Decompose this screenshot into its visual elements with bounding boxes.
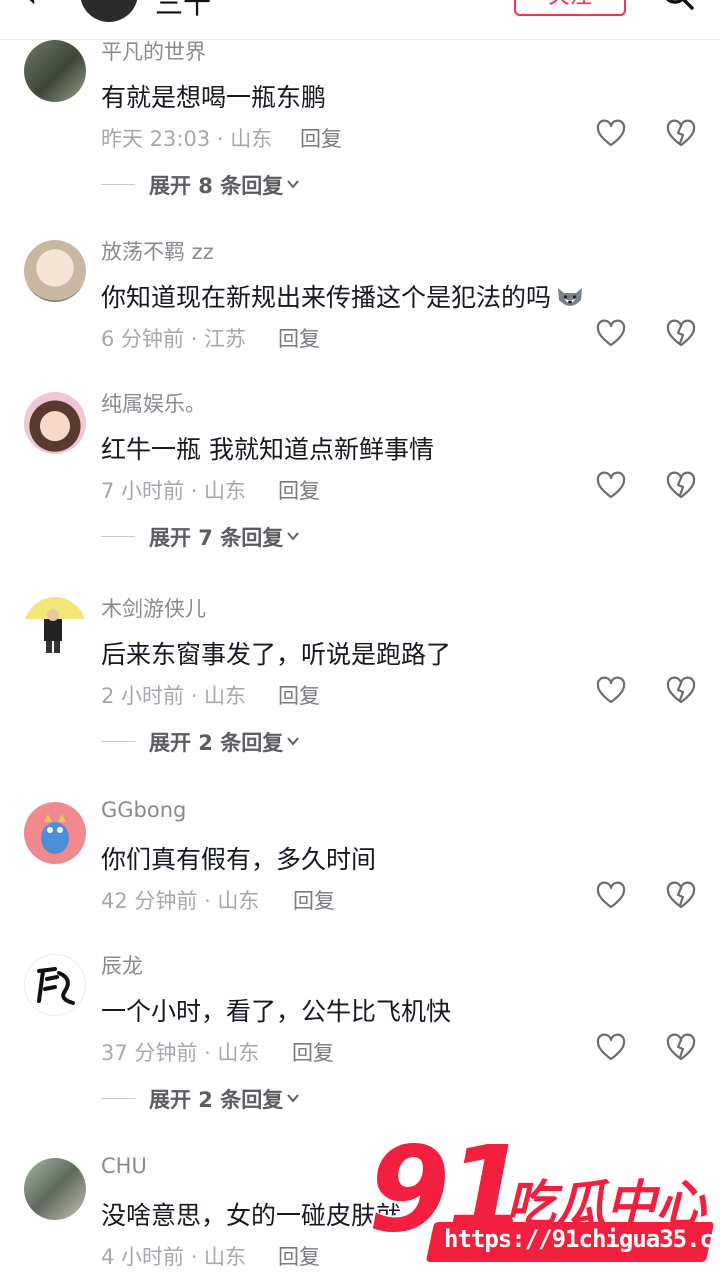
comment-time-location: 7 小时前 · 山东 bbox=[101, 479, 247, 503]
comment-username[interactable]: 放荡不羁 zz bbox=[101, 236, 214, 266]
comment-username[interactable]: 辰龙 bbox=[101, 950, 143, 980]
avatar[interactable] bbox=[24, 954, 86, 1016]
reply-button[interactable]: 回复 bbox=[278, 475, 320, 505]
chevron-down-icon bbox=[287, 180, 299, 189]
comment-time-location: 4 小时前 · 山东 bbox=[101, 1245, 247, 1269]
expand-replies-label: 展开 7 条回复 bbox=[149, 526, 284, 550]
chevron-down-icon bbox=[287, 532, 299, 541]
chevron-down-icon bbox=[287, 1094, 299, 1103]
follow-button[interactable]: 关注 bbox=[514, 0, 626, 16]
divider-line bbox=[101, 1098, 135, 1099]
author-name: 三十 bbox=[155, 0, 212, 20]
broken-heart-icon[interactable] bbox=[666, 319, 696, 349]
broken-heart-icon[interactable] bbox=[666, 471, 696, 501]
husky-face-emoji bbox=[558, 288, 583, 306]
comment-username[interactable]: GGbong bbox=[101, 798, 186, 822]
comment-text: 没啥意思，女的一碰皮肤就 bbox=[101, 1201, 402, 1230]
comment-text: 你们真有假有，多久时间 bbox=[101, 845, 377, 874]
comment-time-location: 37 分钟前 · 山东 bbox=[101, 1041, 260, 1065]
comment-username[interactable]: 平凡的世界 bbox=[101, 36, 206, 66]
reply-button[interactable]: 回复 bbox=[278, 680, 320, 710]
heart-icon[interactable] bbox=[596, 1033, 626, 1063]
divider-line bbox=[101, 184, 135, 185]
comment-username[interactable]: 纯属娱乐。 bbox=[101, 388, 206, 418]
reply-button[interactable]: 回复 bbox=[292, 1037, 334, 1067]
back-icon[interactable]: ‹ bbox=[22, 0, 38, 14]
comment-username[interactable]: CHU bbox=[101, 1154, 147, 1178]
reply-button[interactable]: 回复 bbox=[278, 1241, 320, 1271]
comment-time-location: 42 分钟前 · 山东 bbox=[101, 889, 260, 913]
heart-icon[interactable] bbox=[596, 119, 626, 149]
comment-time-location: 2 小时前 · 山东 bbox=[101, 684, 247, 708]
broken-heart-icon[interactable] bbox=[666, 881, 696, 911]
divider-line bbox=[101, 536, 135, 537]
comment-username[interactable]: 木剑游侠儿 bbox=[101, 593, 206, 623]
avatar[interactable] bbox=[24, 240, 86, 302]
avatar[interactable] bbox=[24, 392, 86, 454]
watermark-url: https://91chigua35.com bbox=[444, 1225, 720, 1253]
avatar[interactable] bbox=[24, 1158, 86, 1220]
comment-text: 一个小时，看了，公牛比飞机快 bbox=[101, 997, 452, 1026]
divider-line bbox=[101, 741, 135, 742]
heart-icon[interactable] bbox=[596, 676, 626, 706]
comment-text: 后来东窗事发了，听说是跑路了 bbox=[101, 640, 452, 669]
comment-time-location: 6 分钟前 · 江苏 bbox=[101, 327, 247, 351]
search-icon[interactable] bbox=[660, 0, 694, 12]
avatar[interactable] bbox=[24, 597, 86, 659]
broken-heart-icon[interactable] bbox=[666, 676, 696, 706]
expand-replies-label: 展开 2 条回复 bbox=[149, 1088, 284, 1112]
reply-button[interactable]: 回复 bbox=[293, 885, 335, 915]
reply-button[interactable]: 回复 bbox=[300, 123, 342, 153]
chevron-down-icon bbox=[287, 737, 299, 746]
heart-icon[interactable] bbox=[596, 881, 626, 911]
comment-text: 红牛一瓶 我就知道点新鲜事情 bbox=[101, 435, 434, 464]
reply-button[interactable]: 回复 bbox=[278, 323, 320, 353]
broken-heart-icon[interactable] bbox=[666, 119, 696, 149]
expand-replies-label: 展开 8 条回复 bbox=[149, 174, 284, 198]
expand-replies-label: 展开 2 条回复 bbox=[149, 731, 284, 755]
comment-time-location: 昨天 23:03 · 山东 bbox=[101, 127, 273, 151]
author-avatar[interactable] bbox=[80, 0, 138, 22]
comment-text: 有就是想喝一瓶东鹏 bbox=[101, 83, 327, 112]
watermark-logo: 91 吃瓜中心 https://91chigua35.com bbox=[368, 1120, 720, 1280]
broken-heart-icon[interactable] bbox=[666, 1033, 696, 1063]
heart-icon[interactable] bbox=[596, 319, 626, 349]
top-bar: ‹ 三十 关注 bbox=[0, 0, 720, 40]
comment-text: 你知道现在新规出来传播这个是犯法的吗 bbox=[101, 278, 585, 314]
heart-icon[interactable] bbox=[596, 471, 626, 501]
avatar[interactable] bbox=[24, 40, 86, 102]
avatar[interactable] bbox=[24, 802, 86, 864]
